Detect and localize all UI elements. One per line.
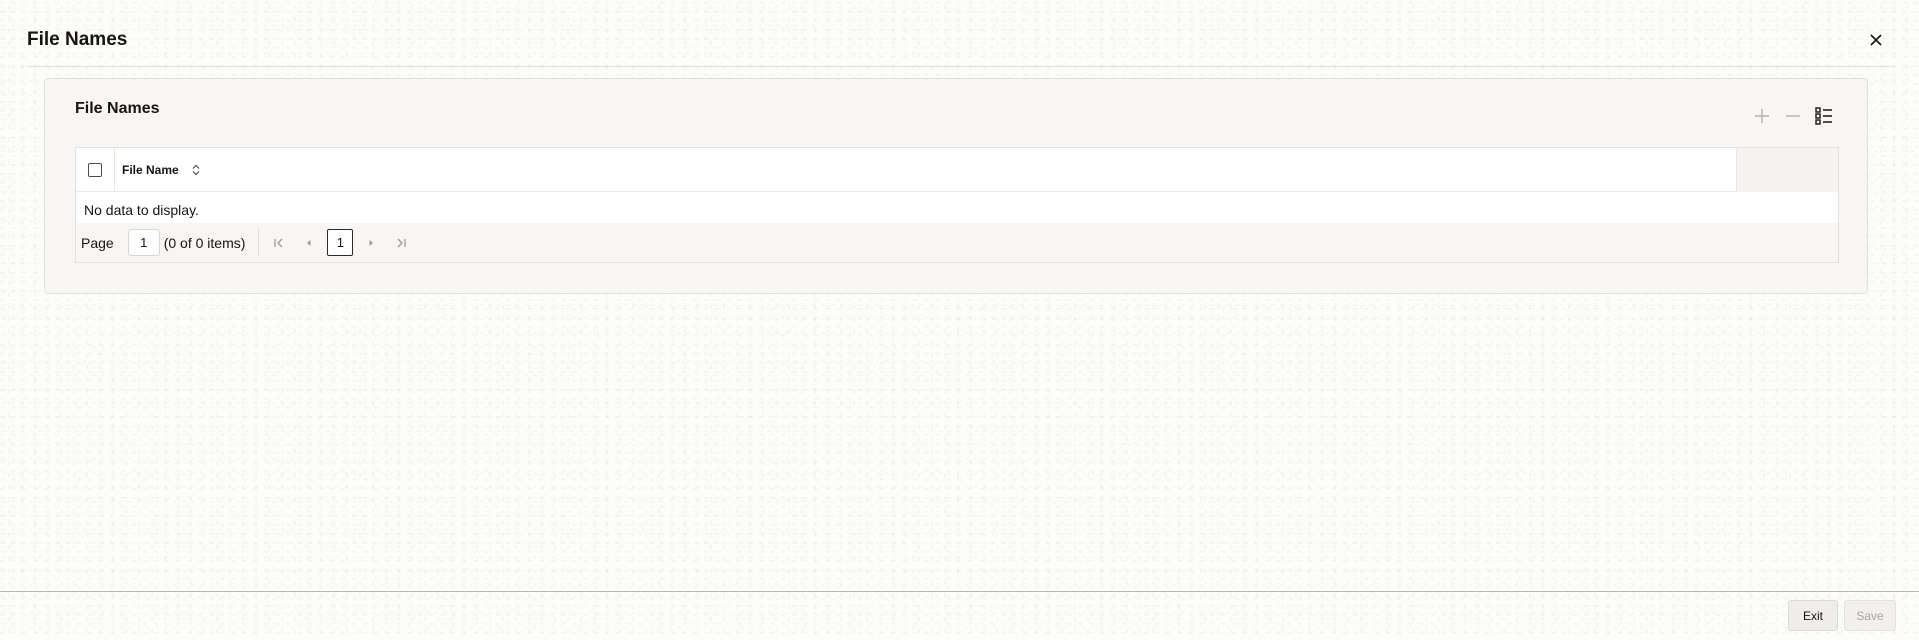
previous-page-icon [307,239,311,246]
header-filler [1736,148,1838,192]
add-row-button[interactable] [1748,102,1776,130]
panel-title: File Names [75,100,160,117]
select-all-cell [76,148,115,192]
empty-message: No data to display. [84,202,199,218]
column-header-file-name[interactable]: File Name [122,148,201,192]
column-settings-button[interactable] [1810,102,1838,130]
header-divider [27,66,1893,67]
remove-row-button[interactable] [1779,102,1807,130]
page-number-input[interactable]: 1 [127,229,160,256]
file-names-table: File Name No data to display. Page 1 (0 … [75,147,1839,263]
close-button[interactable] [1864,28,1888,52]
next-page-button[interactable] [359,231,383,255]
pagination-bar: Page 1 (0 of 0 items) 1 [76,223,1838,262]
first-page-icon [274,238,283,247]
previous-page-button[interactable] [297,231,321,255]
last-page-icon [397,238,407,247]
page-label: Page [81,234,114,251]
select-all-checkbox[interactable] [88,163,102,177]
list-columns-icon [1815,107,1832,125]
dialog-title: File Names [27,29,128,50]
item-count: (0 of 0 items) [163,234,246,251]
dialog-footer: Exit Save [0,591,1919,640]
column-header-label: File Name [122,163,179,177]
next-page-icon [369,239,374,246]
plus-icon [1755,109,1769,123]
last-page-button[interactable] [389,231,413,255]
minus-icon [1786,115,1800,117]
save-button[interactable]: Save [1844,600,1896,631]
grid-toolbar [1745,102,1838,130]
current-page-button[interactable]: 1 [327,229,354,256]
table-header: File Name [76,148,1838,192]
dialog-header: File Names [0,0,1919,66]
first-page-button[interactable] [267,231,291,255]
file-names-panel: File Names File Name No data to display.… [44,78,1868,294]
exit-button[interactable]: Exit [1788,600,1838,631]
sort-icon[interactable] [191,164,201,176]
close-icon [1870,34,1882,46]
pager-divider [258,229,260,256]
